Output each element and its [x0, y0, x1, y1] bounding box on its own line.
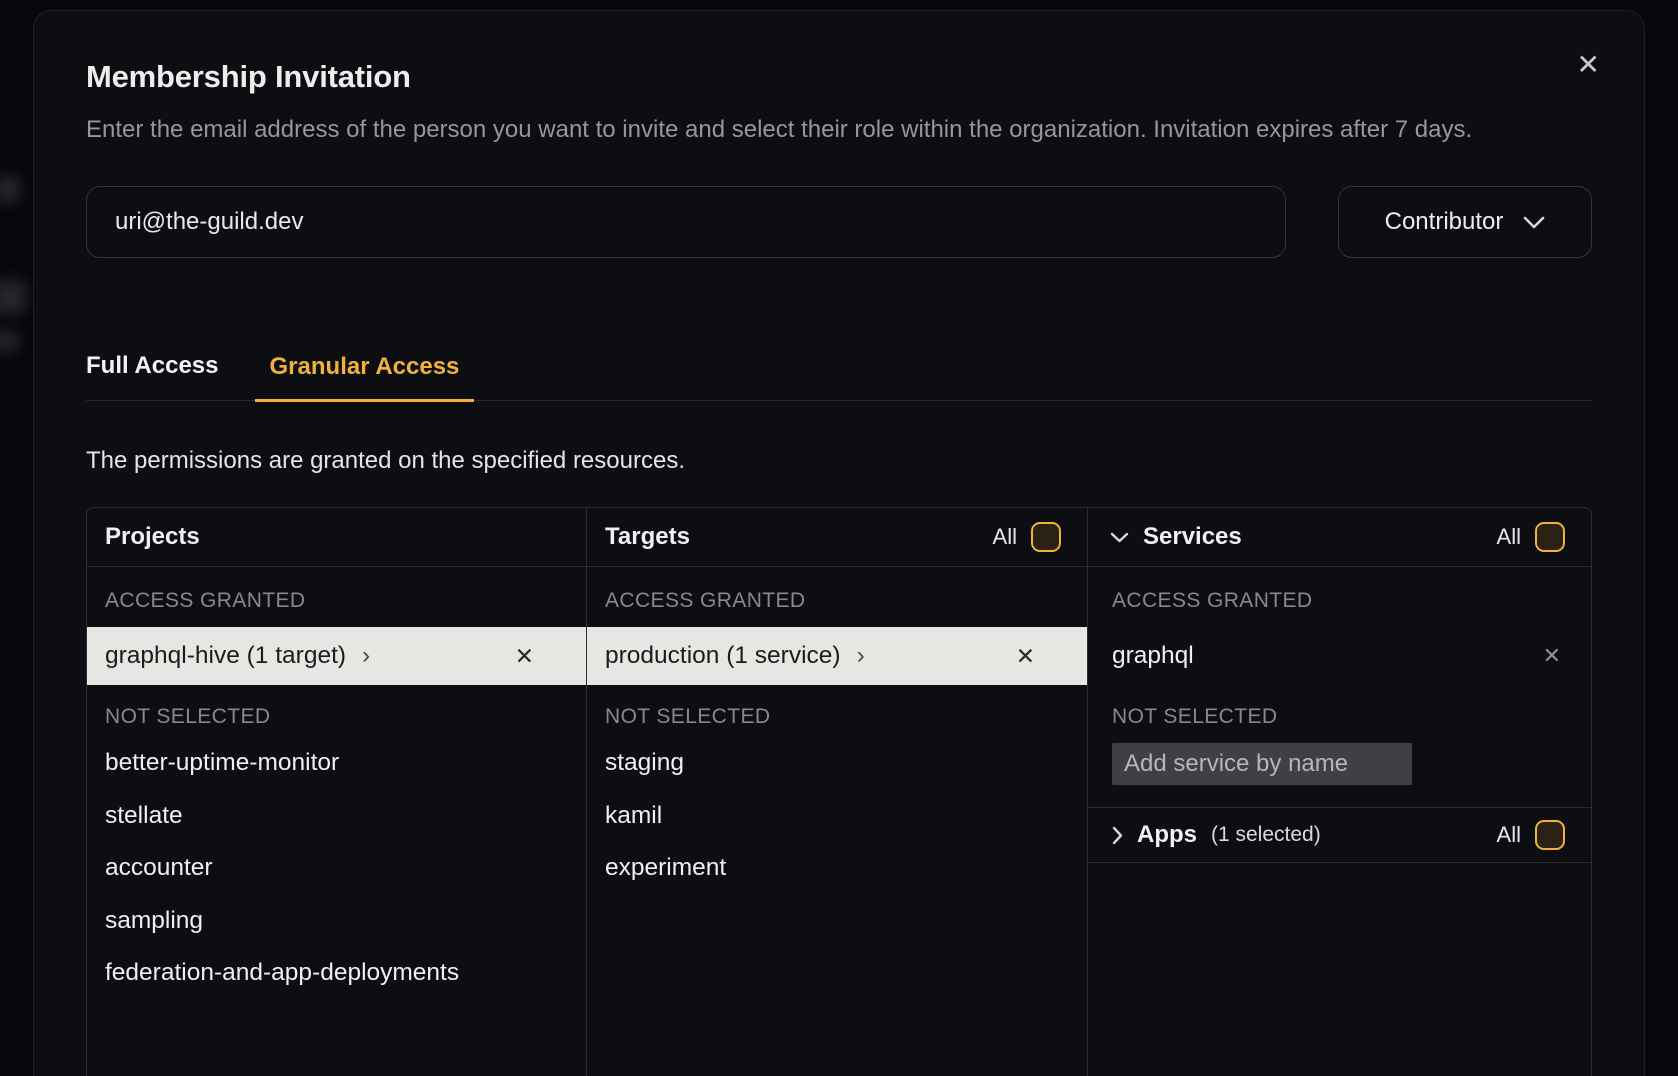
dialog-description: Enter the email address of the person yo… — [86, 111, 1516, 148]
projects-list: better-uptime-monitor stellate accounter… — [87, 737, 586, 1000]
projects-not-selected-label: NOT SELECTED — [87, 685, 586, 729]
permissions-note: The permissions are granted on the speci… — [86, 447, 1592, 475]
targets-not-selected-label: NOT SELECTED — [587, 685, 1087, 729]
backdrop-artifact — [0, 280, 26, 314]
apps-all-checkbox[interactable] — [1535, 820, 1565, 850]
services-all-checkbox[interactable] — [1535, 522, 1565, 552]
targets-all-checkbox[interactable] — [1031, 522, 1061, 552]
targets-granted-label: ACCESS GRANTED — [587, 567, 1087, 613]
target-list-item[interactable]: staging — [587, 737, 1087, 790]
service-granted-label: graphql — [1112, 642, 1194, 670]
projects-granted-label: ACCESS GRANTED — [87, 567, 586, 613]
services-header[interactable]: Services All — [1088, 508, 1591, 567]
projects-column: Projects ACCESS GRANTED graphql-hive (1 … — [87, 508, 587, 1076]
targets-all-toggle[interactable]: All — [993, 522, 1061, 552]
invite-form-row: Contributor — [86, 186, 1592, 258]
services-granted-label: ACCESS GRANTED — [1088, 567, 1591, 613]
chevron-right-icon — [1112, 826, 1123, 845]
apps-selected-count: (1 selected) — [1211, 823, 1321, 847]
tab-full-access[interactable]: Full Access — [86, 352, 219, 400]
project-list-item[interactable]: stellate — [87, 790, 586, 843]
services-title: Services — [1143, 523, 1242, 551]
targets-title: Targets — [605, 523, 690, 551]
chevron-down-icon — [1523, 216, 1545, 229]
apps-title: Apps — [1137, 821, 1197, 849]
backdrop-artifact — [0, 176, 20, 202]
targets-all-label: All — [993, 524, 1017, 550]
role-select[interactable]: Contributor — [1338, 186, 1592, 258]
targets-list: staging kamil experiment — [587, 737, 1087, 895]
remove-target-icon[interactable]: ✕ — [1016, 645, 1035, 668]
access-tabs: Full Access Granular Access — [86, 352, 1592, 401]
targets-header: Targets All — [587, 508, 1087, 567]
membership-invitation-dialog: ✕ Membership Invitation Enter the email … — [33, 10, 1645, 1076]
apps-all-label: All — [1497, 822, 1521, 848]
remove-service-icon[interactable]: ✕ — [1543, 645, 1561, 667]
service-granted-row: graphql ✕ — [1088, 627, 1591, 685]
projects-title: Projects — [105, 523, 200, 551]
target-selected-row[interactable]: production (1 service) › ✕ — [587, 627, 1087, 685]
add-service-input[interactable] — [1112, 743, 1412, 785]
project-selected-label: graphql-hive (1 target) — [105, 642, 346, 670]
services-all-toggle[interactable]: All — [1497, 522, 1565, 552]
target-list-item[interactable]: kamil — [587, 790, 1087, 843]
projects-header: Projects — [87, 508, 586, 567]
close-icon[interactable]: ✕ — [1577, 51, 1600, 79]
target-selected-label: production (1 service) — [605, 642, 841, 670]
project-list-item[interactable]: federation-and-app-deployments — [87, 947, 586, 1000]
project-selected-row[interactable]: graphql-hive (1 target) › ✕ — [87, 627, 586, 685]
apps-section-row[interactable]: Apps (1 selected) All — [1088, 807, 1591, 863]
services-all-label: All — [1497, 524, 1521, 550]
chevron-right-icon: › — [857, 642, 865, 670]
dialog-title: Membership Invitation — [86, 59, 1592, 95]
project-list-item[interactable]: sampling — [87, 895, 586, 948]
email-input[interactable] — [86, 186, 1286, 258]
target-list-item[interactable]: experiment — [587, 842, 1087, 895]
services-column: Services All ACCESS GRANTED graphql ✕ NO… — [1088, 508, 1591, 1076]
project-list-item[interactable]: accounter — [87, 842, 586, 895]
role-select-value: Contributor — [1385, 208, 1504, 236]
tab-granular-access[interactable]: Granular Access — [255, 353, 475, 402]
apps-all-toggle[interactable]: All — [1497, 820, 1565, 850]
targets-column: Targets All ACCESS GRANTED production (1… — [587, 508, 1088, 1076]
remove-project-icon[interactable]: ✕ — [515, 645, 534, 668]
project-list-item[interactable]: better-uptime-monitor — [87, 737, 586, 790]
chevron-down-icon — [1110, 532, 1129, 543]
services-not-selected-label: NOT SELECTED — [1088, 685, 1591, 729]
chevron-right-icon: › — [362, 642, 370, 670]
backdrop-artifact — [0, 330, 18, 352]
resources-grid: Projects ACCESS GRANTED graphql-hive (1 … — [86, 507, 1592, 1076]
